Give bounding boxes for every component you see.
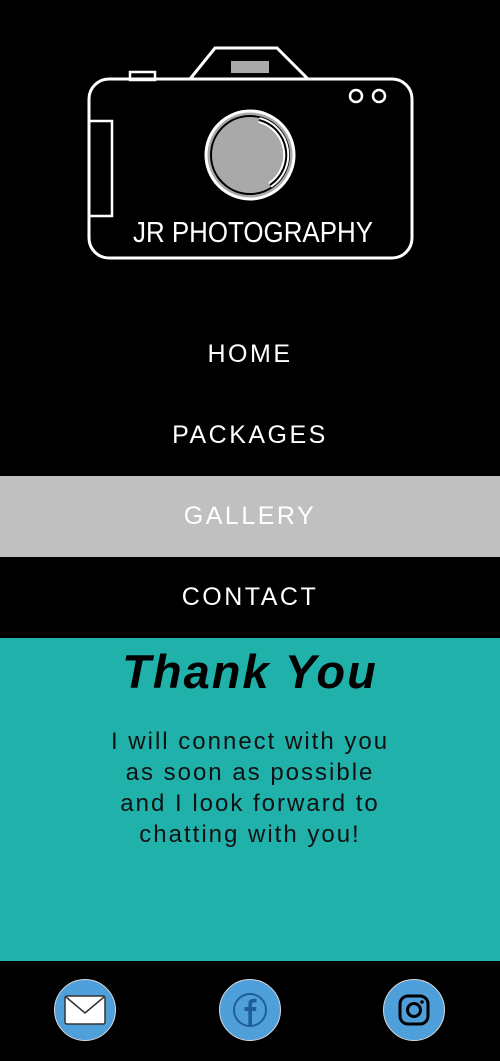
page: JR PHOTOGRAPHY HOME PACKAGES GALLERY CON… (0, 0, 500, 1061)
site-footer (0, 961, 500, 1061)
camera-logo[interactable]: JR PHOTOGRAPHY (82, 40, 422, 270)
instagram-button[interactable] (383, 979, 445, 1041)
thank-you-section: Thank You I will connect with you as soo… (0, 638, 500, 961)
nav-item-packages[interactable]: PACKAGES (0, 395, 500, 476)
instagram-icon (398, 994, 430, 1026)
nav-item-gallery[interactable]: GALLERY (0, 476, 500, 557)
facebook-button[interactable] (219, 979, 281, 1041)
envelope-icon (64, 995, 106, 1025)
thank-you-message: I will connect with you as soon as possi… (110, 728, 390, 848)
logo-text: JR PHOTOGRAPHY (133, 217, 373, 249)
nav-item-contact[interactable]: CONTACT (0, 557, 500, 638)
nav-item-home[interactable]: HOME (0, 314, 500, 395)
email-button[interactable] (54, 979, 116, 1041)
main-nav: HOME PACKAGES GALLERY CONTACT (0, 314, 500, 638)
site-header: JR PHOTOGRAPHY (0, 0, 500, 314)
facebook-icon (233, 993, 267, 1027)
page-title: Thank You (122, 645, 378, 698)
